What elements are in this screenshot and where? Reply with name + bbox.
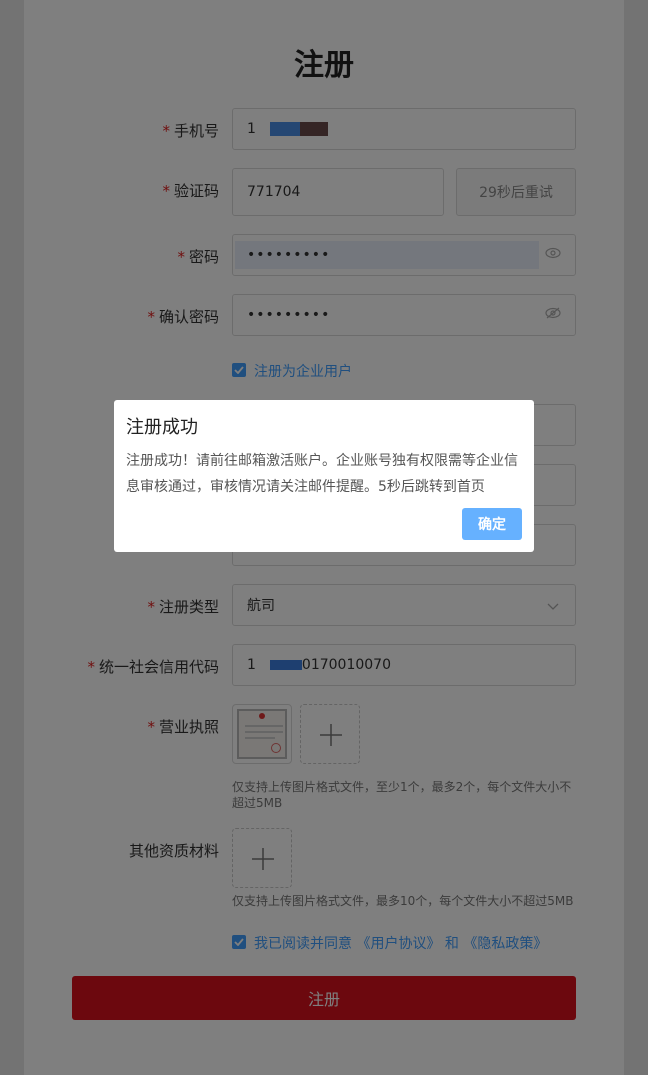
dialog-title: 注册成功 — [126, 417, 198, 438]
confirm-button[interactable]: 确定 — [462, 508, 522, 540]
dialog-message: 注册成功！请前往邮箱激活账户。企业账号独有权限需等企业信息审核通过，审核情况请关… — [126, 453, 518, 495]
success-dialog: 注册成功 注册成功！请前往邮箱激活账户。企业账号独有权限需等企业信息审核通过，审… — [114, 400, 534, 552]
